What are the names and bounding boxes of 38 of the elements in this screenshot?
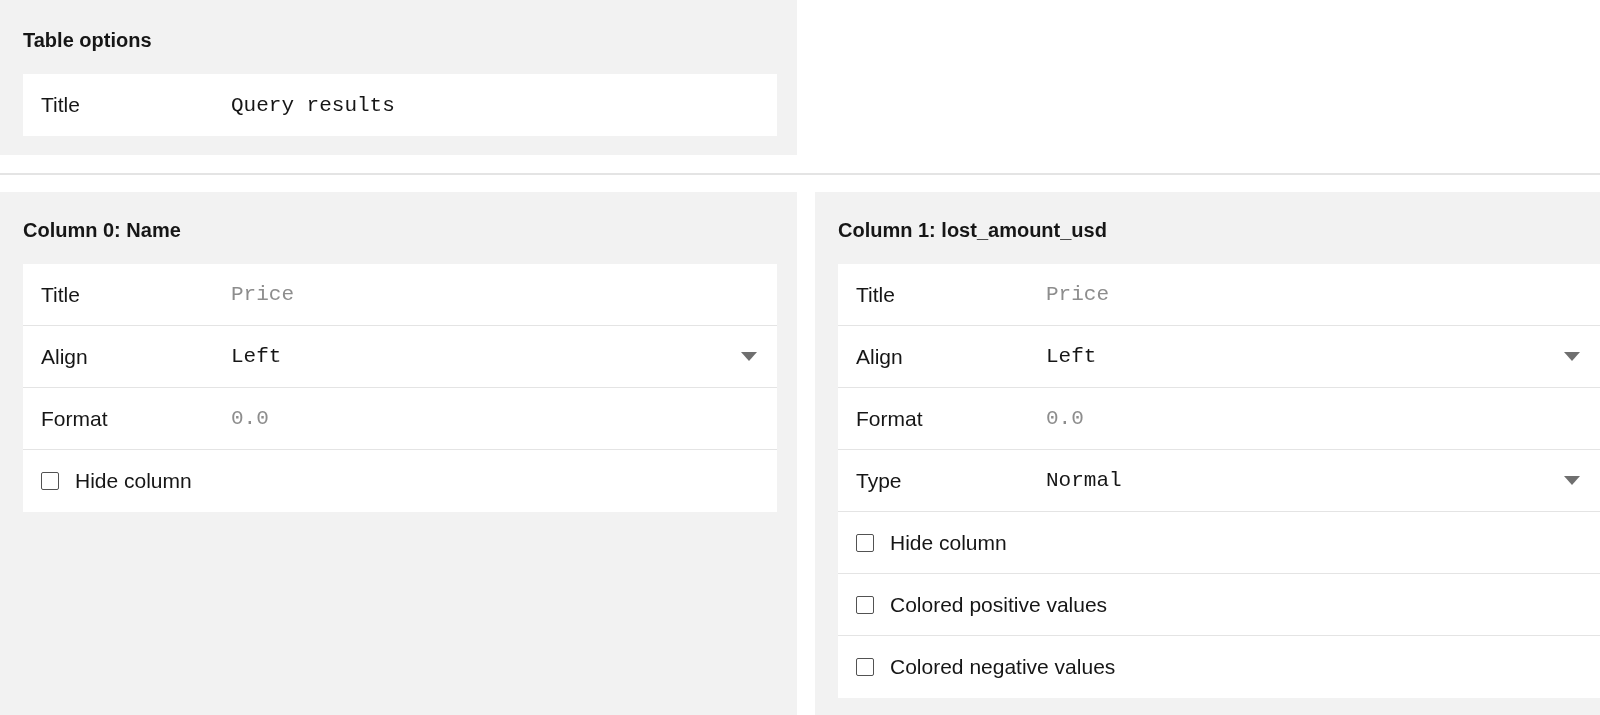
- input-field[interactable]: Query results: [231, 93, 757, 117]
- field-label: Format: [856, 406, 924, 431]
- caret-down-icon: [1564, 352, 1580, 361]
- input-field[interactable]: 0.0: [231, 407, 757, 430]
- field-label: Type: [856, 468, 903, 493]
- dropdown[interactable]: Left: [231, 345, 757, 368]
- dropdown-value: Left: [1046, 345, 1097, 368]
- field-label: Align: [856, 344, 904, 369]
- checkbox-label[interactable]: Hide column: [41, 469, 192, 493]
- checkbox[interactable]: [856, 533, 874, 552]
- panel-heading: Column 1: lost_amount_usd: [838, 218, 1108, 242]
- checkbox-label[interactable]: Hide column: [856, 530, 1007, 555]
- dropdown[interactable]: Normal: [1046, 469, 1580, 492]
- panel-heading: Column 0: Name: [23, 218, 182, 242]
- input-field[interactable]: 0.0: [1046, 407, 1580, 430]
- input-field[interactable]: Price: [1046, 283, 1580, 306]
- form-field[interactable]: Title Price: [23, 264, 777, 326]
- input-field[interactable]: Price: [231, 283, 757, 306]
- caret-down-icon: [1564, 476, 1580, 485]
- caret-down-icon: [741, 352, 757, 361]
- form-field[interactable]: Title Query results: [23, 74, 777, 136]
- form-field[interactable]: Title Price: [838, 264, 1600, 326]
- checkbox[interactable]: [41, 472, 59, 490]
- checkbox-label[interactable]: Colored negative values: [856, 655, 1116, 679]
- checkbox[interactable]: [856, 595, 874, 614]
- form-field[interactable]: Format 0.0: [23, 388, 777, 450]
- dropdown-value: Left: [231, 345, 282, 368]
- field-label: Title: [41, 282, 81, 307]
- panel-heading: Table options: [23, 28, 153, 52]
- dropdown[interactable]: Left: [1046, 345, 1580, 368]
- dropdown-value: Normal: [1046, 469, 1122, 492]
- form-field[interactable]: Format 0.0: [838, 388, 1600, 450]
- field-label: Title: [856, 282, 896, 307]
- checkbox-label[interactable]: Colored positive values: [856, 592, 1108, 617]
- field-label: Align: [41, 344, 89, 369]
- field-label: Format: [41, 406, 109, 431]
- checkbox[interactable]: [856, 658, 874, 676]
- field-label: Title: [41, 93, 81, 117]
